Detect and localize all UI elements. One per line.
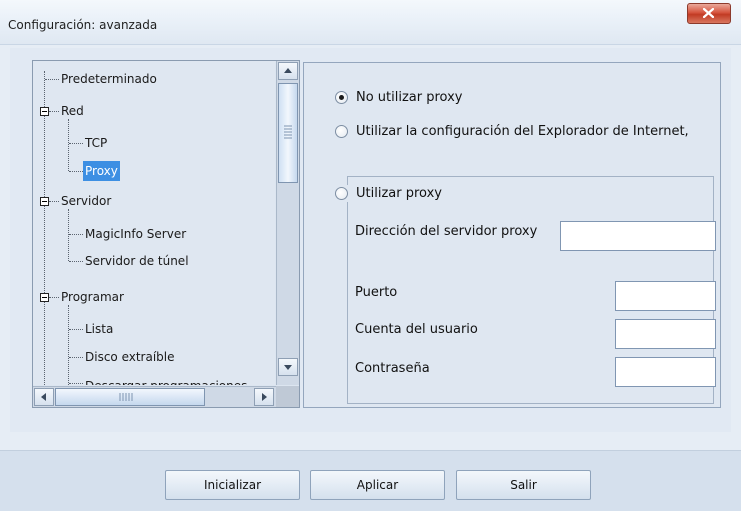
tree-connector — [49, 201, 59, 202]
tree-item-lista[interactable]: Lista — [83, 319, 115, 339]
proxy-address-input[interactable] — [560, 221, 716, 251]
radio-use-proxy[interactable]: Utilizar proxy — [335, 185, 446, 202]
window-title: Configuración: avanzada — [8, 18, 158, 32]
tree-connector — [69, 143, 83, 144]
title-bar: Configuración: avanzada — [0, 0, 741, 45]
close-button[interactable] — [687, 3, 731, 24]
tree-connector — [69, 329, 83, 330]
exit-button[interactable]: Salir — [456, 470, 591, 500]
scroll-down-button[interactable] — [278, 358, 298, 376]
tree-item-magicinfo-server[interactable]: MagicInfo Server — [83, 224, 188, 244]
account-label: Cuenta del usuario — [355, 322, 478, 337]
radio-label: No utilizar proxy — [356, 90, 463, 105]
tree-connector — [69, 171, 83, 172]
port-input[interactable] — [615, 281, 716, 311]
collapse-icon[interactable] — [40, 107, 49, 116]
radio-label: Utilizar la configuración del Explorador… — [356, 124, 689, 139]
tree-item-proxy[interactable]: Proxy — [83, 161, 120, 181]
radio-button[interactable] — [335, 187, 348, 200]
scroll-left-icon — [41, 393, 46, 401]
scroll-up-icon — [284, 68, 292, 73]
vertical-scroll-thumb[interactable] — [278, 83, 298, 183]
tree-item-descargar-programaciones[interactable]: Descargar programaciones — [83, 376, 249, 385]
tree-item-servidor[interactable]: Servidor — [59, 191, 113, 211]
account-input[interactable] — [615, 319, 716, 349]
scroll-right-icon — [262, 393, 267, 401]
scroll-up-button[interactable] — [278, 62, 298, 80]
collapse-icon[interactable] — [40, 293, 49, 302]
dialog-footer: Inicializar Aplicar Salir — [0, 450, 741, 511]
radio-button-checked[interactable] — [335, 91, 348, 104]
tree-connector — [49, 111, 59, 112]
tree-horizontal-scrollbar[interactable] — [33, 386, 276, 407]
port-label: Puerto — [355, 285, 398, 300]
password-label: Contraseña — [355, 361, 430, 376]
tree-connector — [69, 357, 83, 358]
scroll-right-button[interactable] — [254, 388, 274, 406]
tree-vertical-scrollbar[interactable] — [276, 61, 299, 385]
tree-connector — [68, 209, 69, 261]
dialog-content: Predeterminado Red TCP Proxy Servidor Ma… — [10, 48, 731, 432]
tree-item-servidor-tunel[interactable]: Servidor de túnel — [83, 251, 191, 271]
grip-icon — [119, 393, 133, 401]
collapse-icon[interactable] — [40, 197, 49, 206]
tree-item-predeterminado[interactable]: Predeterminado — [59, 69, 159, 89]
tree-item-red[interactable]: Red — [59, 101, 86, 121]
horizontal-scroll-thumb[interactable] — [55, 388, 205, 406]
proxy-address-label: Dirección del servidor proxy — [355, 224, 538, 239]
grip-icon — [284, 125, 292, 139]
close-icon — [703, 8, 714, 18]
settings-tree-panel: Predeterminado Red TCP Proxy Servidor Ma… — [32, 60, 300, 408]
initialize-button[interactable]: Inicializar — [165, 470, 300, 500]
tree-item-programar[interactable]: Programar — [59, 287, 126, 307]
settings-tree: Predeterminado Red TCP Proxy Servidor Ma… — [33, 61, 275, 385]
radio-label: Utilizar proxy — [356, 186, 442, 201]
tree-connector — [69, 234, 83, 235]
scroll-left-button[interactable] — [34, 388, 54, 406]
tree-connector — [69, 261, 83, 262]
tree-connector — [68, 119, 69, 171]
apply-button[interactable]: Aplicar — [310, 470, 445, 500]
radio-no-proxy[interactable]: No utilizar proxy — [335, 89, 463, 106]
tree-connector — [69, 383, 83, 384]
password-input[interactable] — [615, 357, 716, 387]
radio-button[interactable] — [335, 125, 348, 138]
tree-connector — [44, 71, 45, 385]
tree-connector — [49, 297, 59, 298]
radio-browser-config[interactable]: Utilizar la configuración del Explorador… — [335, 123, 705, 140]
tree-connector — [45, 79, 59, 80]
tree-connector — [68, 305, 69, 385]
scrollbar-corner — [276, 386, 299, 407]
scroll-down-icon — [284, 365, 292, 370]
tree-item-disco-extraible[interactable]: Disco extraíble — [83, 347, 177, 367]
proxy-settings-panel: No utilizar proxy Utilizar la configurac… — [303, 62, 721, 408]
tree-item-tcp[interactable]: TCP — [83, 133, 109, 153]
